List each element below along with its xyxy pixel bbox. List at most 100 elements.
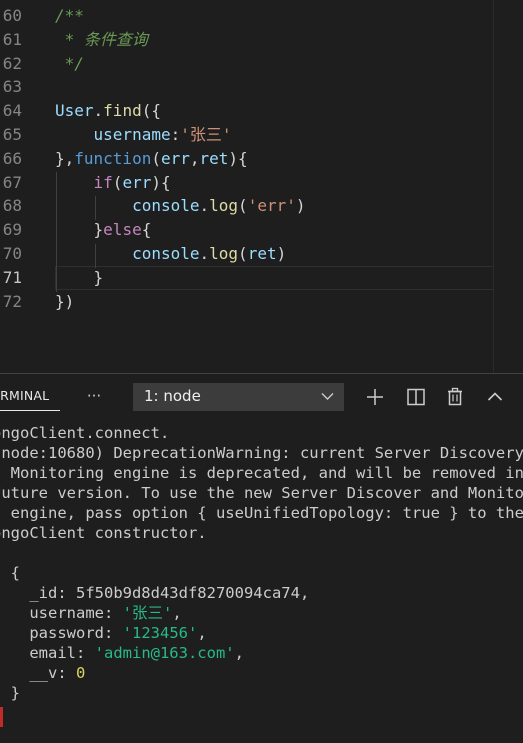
- code-line[interactable]: 62 */: [0, 52, 523, 76]
- code-token: (: [112, 172, 123, 192]
- terminal-token: ,: [172, 604, 182, 622]
- code-text: },function(err,ret){: [55, 147, 248, 171]
- code-line[interactable]: 72}): [0, 290, 523, 314]
- line-number: 67: [2, 172, 22, 192]
- code-line[interactable]: 64 User.find({: [0, 99, 523, 123]
- terminal-token: ,: [197, 624, 207, 642]
- code-token: ({: [141, 101, 161, 121]
- line-number: 66: [2, 148, 22, 168]
- line-number: 69: [2, 220, 22, 240]
- code-editor[interactable]: 60/** 61 * 条件查询 62 */63 64 User.find({65 use…: [0, 0, 523, 373]
- terminal-token: ,: [234, 644, 244, 662]
- code-token: 'err': [247, 196, 296, 216]
- code-line[interactable]: 63: [0, 75, 523, 99]
- code-line[interactable]: 69 }else{: [0, 218, 523, 242]
- code-token: .: [199, 196, 210, 216]
- code-token: ret: [247, 244, 277, 263]
- code-token: ){: [228, 148, 248, 168]
- tab-terminal[interactable]: ERMINAL: [0, 388, 49, 403]
- code-text: console.log(ret): [55, 242, 286, 266]
- code-text: User.find({: [55, 99, 161, 123]
- terminal-line: password: '123456',: [0, 623, 207, 643]
- terminal-token: 'admin@163.com': [94, 644, 235, 662]
- plus-icon[interactable]: [364, 386, 386, 408]
- terminal-token: password:: [0, 624, 123, 642]
- code-token: log: [209, 244, 239, 263]
- code-line[interactable]: 61 * 条件查询: [0, 28, 523, 52]
- code-token: },: [55, 148, 75, 168]
- code-token: console: [132, 196, 200, 216]
- ellipsis-icon[interactable]: ···: [84, 384, 104, 408]
- terminal-line: }: [0, 683, 20, 703]
- code-line[interactable]: 68 console.log('err'): [0, 194, 523, 218]
- line-number: 61: [2, 29, 22, 49]
- code-token: console: [132, 244, 200, 263]
- code-line[interactable]: 70 console.log(ret): [0, 242, 523, 266]
- terminal-select-dropdown[interactable]: 1: node: [133, 383, 344, 411]
- code-token: username: [93, 125, 171, 144]
- code-token: .: [93, 101, 104, 121]
- terminal-token: }: [10, 684, 20, 702]
- terminal-output[interactable]: ongoClient.connect. (node:10680) Deprecat…: [0, 420, 523, 743]
- line-number: 70: [2, 244, 22, 263]
- code-text: console.log('err'): [55, 194, 306, 218]
- code-text: }: [55, 266, 104, 290]
- code-token: err: [122, 172, 152, 192]
- code-token: :: [170, 125, 181, 144]
- terminal-token: 0: [76, 664, 86, 682]
- code-token: }): [55, 291, 75, 311]
- code-token: '张三': [180, 125, 232, 144]
- split-icon[interactable]: [405, 386, 427, 408]
- code-token: ): [295, 196, 306, 216]
- code-text: }else{: [55, 218, 152, 242]
- editor-scrollbar-track[interactable]: [493, 0, 494, 373]
- terminal-token: '123456': [122, 624, 198, 642]
- line-number: 62: [2, 53, 22, 73]
- code-token: {: [141, 220, 152, 240]
- line-number: 64: [2, 101, 22, 121]
- terminal-line: ongoClient constructor.: [0, 523, 207, 543]
- code-line[interactable]: 60 /**: [0, 4, 523, 28]
- code-line[interactable]: 65 username:'张三': [0, 123, 523, 147]
- line-number: 60: [2, 6, 22, 25]
- code-token: /**: [55, 6, 84, 25]
- code-text: if(err){: [55, 171, 171, 195]
- terminal-token: (node:10680) DeprecationWarning: current…: [0, 444, 523, 462]
- terminal-token: '张三': [122, 604, 173, 622]
- code-text: username:'张三': [55, 123, 232, 147]
- terminal-token: ongoClient.connect.: [0, 424, 170, 442]
- line-number: 63: [2, 77, 22, 97]
- code-line[interactable]: 66 },function(err,ret){: [0, 147, 523, 171]
- code-line[interactable]: 67 if(err){: [0, 171, 523, 195]
- code-token: */: [55, 53, 84, 73]
- chevron-up-icon[interactable]: [484, 386, 506, 408]
- chevron-down-icon: [321, 393, 334, 400]
- terminal-line: future version. To use the new Server Di…: [0, 483, 523, 503]
- terminal-line: __v: 0: [0, 663, 85, 683]
- line-number: 65: [2, 125, 22, 144]
- terminal-token: d Monitoring engine is deprecated, and w…: [0, 464, 523, 482]
- code-text: */: [55, 52, 84, 76]
- code-token: .: [199, 244, 210, 263]
- code-token: if: [93, 172, 113, 192]
- code-token: (: [151, 148, 161, 168]
- code-token: err: [160, 148, 190, 168]
- code-line[interactable]: 71 }: [0, 266, 523, 290]
- terminal-token: _id: 5f50b9d8d43df8270094ca74,: [0, 584, 310, 602]
- terminal-token: future version. To use the new Server Di…: [0, 484, 523, 502]
- terminal-line: g engine, pass option { useUnifiedTopolo…: [0, 503, 523, 523]
- code-token: * 条件查询: [55, 29, 148, 49]
- terminal-token: username:: [0, 604, 123, 622]
- line-number: 72: [2, 291, 22, 311]
- terminal-line: username: '张三',: [0, 603, 182, 623]
- code-token: ): [276, 244, 287, 263]
- terminal-token: {: [10, 564, 20, 582]
- trash-icon[interactable]: [444, 386, 466, 408]
- code-token: log: [209, 196, 239, 216]
- terminal-token: g engine, pass option { useUnifiedTopolo…: [0, 504, 523, 522]
- line-number: 71: [2, 267, 22, 287]
- code-token: }: [55, 220, 104, 240]
